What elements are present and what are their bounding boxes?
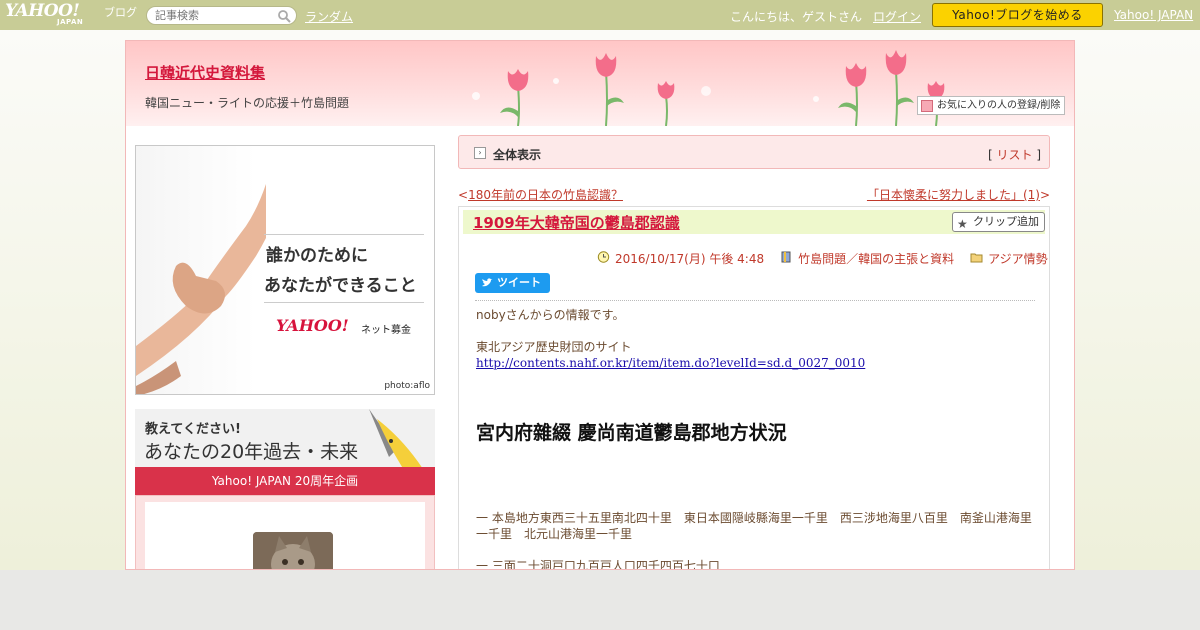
article-heading: 宮内府雜綴 慶尚南道鬱島郡地方状況 bbox=[476, 422, 787, 444]
article-meta: 2016/10/17(月) 午後 4:48 竹島問題／韓国の主張と資料 アジア情勢 bbox=[597, 250, 1048, 267]
ad-headline-1: 誰かのために bbox=[266, 246, 368, 266]
ad-headline-2: あなたができること bbox=[264, 276, 417, 296]
anniversary-ad-banner-text: Yahoo! JAPAN 20周年企画 bbox=[135, 467, 435, 495]
random-link[interactable]: ランダム bbox=[305, 8, 353, 25]
folder-icon bbox=[970, 253, 983, 263]
list-view-control: [ リスト ] bbox=[988, 146, 1041, 163]
category-link[interactable]: 竹島問題／韓国の主張と資料 bbox=[798, 252, 954, 266]
clock-icon bbox=[597, 251, 610, 263]
search-icon[interactable] bbox=[277, 9, 291, 23]
source-url-link[interactable]: http://contents.nahf.or.kr/item/item.do?… bbox=[476, 356, 865, 370]
tweet-button[interactable]: ツイート bbox=[475, 273, 550, 293]
footer-area bbox=[0, 570, 1200, 630]
profile-inner bbox=[145, 502, 425, 569]
search-box bbox=[146, 6, 297, 25]
twitter-bird-icon bbox=[482, 278, 493, 287]
holding-hands-image bbox=[136, 183, 266, 394]
guest-greeting: こんにちは、ゲストさん bbox=[730, 10, 863, 24]
view-all-label: 全体表示 bbox=[493, 148, 542, 162]
category-book-icon bbox=[781, 251, 791, 263]
avatar[interactable] bbox=[253, 532, 333, 569]
article: 1909年大韓帝国の鬱島郡認識 ★ クリップ追加 2016/10/17(月) 午… bbox=[458, 206, 1050, 570]
anniversary-ad-banner[interactable]: 教えてください! あなたの20年過去・未来 Yahoo! JAPAN 20周年企… bbox=[135, 409, 435, 495]
previous-post-nav: <180年前の日本の竹島認識？ bbox=[458, 186, 623, 203]
next-post-nav: 「日本懐柔に努力しました」(1)> bbox=[867, 186, 1050, 203]
next-post-link[interactable]: 「日本懐柔に努力しました」(1) bbox=[867, 188, 1040, 202]
blog-title[interactable]: 日韓近代史資料集 bbox=[145, 62, 265, 83]
expand-icon: › bbox=[474, 147, 486, 159]
article-paragraph-1: 一 本島地方東西三十五里南北四十里 東日本國隠岐縣海里一千里 西三涉地海里八百里… bbox=[476, 511, 1032, 541]
login-link[interactable]: ログイン bbox=[873, 8, 921, 25]
ad-divider-bottom bbox=[264, 302, 424, 303]
favorite-register-button[interactable]: お気に入りの人の登録/削除 bbox=[917, 96, 1065, 115]
start-blog-button[interactable]: Yahoo!ブログを始める bbox=[932, 3, 1103, 27]
star-icon: ★ bbox=[957, 217, 968, 231]
ad-divider-top bbox=[264, 234, 424, 235]
meta-divider bbox=[475, 300, 1035, 301]
anniversary-ad-line-1: 教えてください! bbox=[145, 422, 241, 437]
tweet-label: ツイート bbox=[497, 276, 541, 289]
anniversary-ad-line-2: あなたの20年過去・未来 bbox=[144, 441, 359, 463]
previous-post-link[interactable]: 180年前の日本の竹島認識？ bbox=[468, 188, 623, 202]
favorite-icon bbox=[921, 100, 933, 112]
yahoo-japan-link[interactable]: Yahoo! JAPAN bbox=[1114, 8, 1193, 22]
list-view-link[interactable]: リスト bbox=[996, 148, 1032, 162]
clip-add-label: クリップ追加 bbox=[973, 215, 1039, 228]
clip-add-button[interactable]: ★ クリップ追加 bbox=[952, 212, 1045, 232]
list-bracket-close: ] bbox=[1032, 148, 1041, 162]
folder-link[interactable]: アジア情勢 bbox=[988, 252, 1048, 266]
next-arrow: > bbox=[1039, 188, 1050, 202]
logo-blog-text: ブログ bbox=[104, 6, 137, 19]
search-input[interactable] bbox=[155, 8, 275, 23]
favorite-button-label: お気に入りの人の登録/削除 bbox=[937, 100, 1061, 111]
donation-ad-banner[interactable]: 誰かのために あなたができること YAHOO! ネット募金 photo:aflo bbox=[135, 145, 435, 395]
view-mode-bar: › 全体表示 [ リスト ] bbox=[458, 135, 1050, 169]
ad-photo-credit: photo:aflo bbox=[384, 381, 430, 391]
article-header: 1909年大韓帝国の鬱島郡認識 ★ クリップ追加 bbox=[463, 210, 1045, 234]
top-navigation-bar: YAHOO! JAPAN ブログ ランダム こんにちは、ゲストさん ログイン Y… bbox=[0, 0, 1200, 30]
article-title[interactable]: 1909年大韓帝国の鬱島郡認識 bbox=[473, 212, 680, 233]
yahoo-blog-logo[interactable]: YAHOO! JAPAN ブログ bbox=[5, 1, 141, 29]
article-source-label: 東北アジア歴史財団のサイト bbox=[476, 340, 632, 354]
prev-arrow: < bbox=[458, 188, 469, 202]
article-paragraph-2: 一 三面二十洞戸口九百戸人口四千四百七十口 bbox=[476, 559, 720, 570]
blog-header: 日韓近代史資料集 韓国ニュー・ライトの応援＋竹島問題 お気に入りの人の登録/削除 bbox=[126, 41, 1074, 126]
ad-yahoo-logo: YAHOO! bbox=[276, 316, 349, 335]
profile-box bbox=[135, 495, 435, 569]
post-date-link[interactable]: 2016/10/17(月) 午後 4:48 bbox=[615, 252, 764, 266]
blog-subtitle: 韓国ニュー・ライトの応援＋竹島問題 bbox=[145, 96, 350, 110]
cat-avatar-image bbox=[253, 532, 333, 569]
blog-container: 日韓近代史資料集 韓国ニュー・ライトの応援＋竹島問題 お気に入りの人の登録/削除… bbox=[125, 40, 1075, 570]
article-intro: nobyさんからの情報です。 bbox=[476, 308, 625, 322]
ad-service-name: ネット募金 bbox=[361, 325, 411, 336]
logo-japan-text: JAPAN bbox=[57, 18, 84, 26]
